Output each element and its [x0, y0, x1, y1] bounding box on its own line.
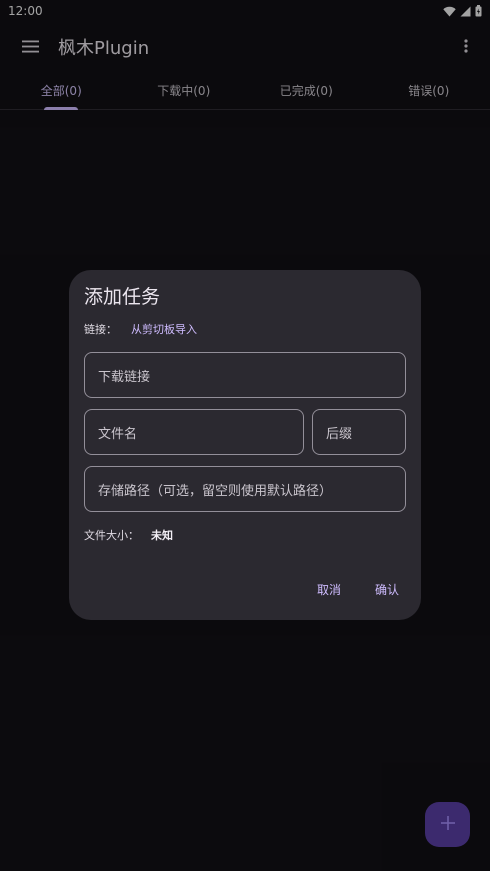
filename-input[interactable]: 文件名: [84, 409, 304, 455]
filename-row: 文件名 后缀: [84, 409, 406, 455]
storage-path-input[interactable]: 存储路径（可选，留空则使用默认路径）: [84, 466, 406, 512]
dialog-title: 添加任务: [84, 286, 161, 308]
add-task-fab[interactable]: [425, 802, 470, 847]
download-url-placeholder: 下载链接: [98, 369, 151, 385]
file-size-value: 未知: [151, 529, 173, 542]
path-row: 存储路径（可选，留空则使用默认路径）: [84, 466, 406, 512]
dialog-actions: 取消 确认: [317, 581, 399, 598]
cancel-button[interactable]: 取消: [317, 581, 341, 598]
file-size-label: 文件大小：: [84, 529, 139, 542]
link-row: 链接： 从剪切板导入: [84, 320, 406, 338]
storage-path-placeholder: 存储路径（可选，留空则使用默认路径）: [98, 483, 333, 499]
confirm-button[interactable]: 确认: [375, 581, 399, 598]
extension-placeholder: 后缀: [326, 426, 353, 442]
add-task-dialog: 添加任务 链接： 从剪切板导入 下载链接 文件名 后缀 存储路径（可选，留空则使…: [69, 270, 421, 620]
file-size-row: 文件大小： 未知: [84, 527, 406, 543]
plus-icon: [440, 815, 455, 834]
extension-input[interactable]: 后缀: [312, 409, 406, 455]
screen: 12:00 枫木Plugin 全部(0) 下载中(0) 已完成(0) 错误(0)…: [0, 0, 490, 871]
link-label: 链接：: [84, 323, 117, 336]
download-url-input[interactable]: 下载链接: [84, 352, 406, 398]
import-from-clipboard-button[interactable]: 从剪切板导入: [131, 321, 197, 337]
filename-placeholder: 文件名: [98, 426, 138, 442]
